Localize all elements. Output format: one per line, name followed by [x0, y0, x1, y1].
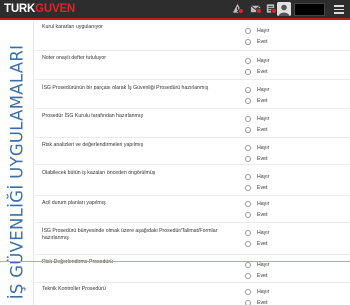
option-yes[interactable]: Evet: [245, 68, 267, 76]
option-no[interactable]: Hayır: [245, 173, 269, 181]
brand-logo[interactable]: TURKGUVEN: [4, 2, 75, 16]
checklist: Kurul kararları uygulanıyor Hayır Evet N…: [35, 22, 350, 305]
radio-button[interactable]: [245, 58, 251, 64]
option-label: Hayır: [257, 87, 270, 93]
question-row: Risk analizleri ve değerlendirmeleri yap…: [35, 138, 350, 165]
hamburger-menu-icon[interactable]: [334, 5, 344, 14]
top-navigation-bar: TURKGUVEN: [0, 0, 350, 20]
option-no[interactable]: Hayır: [245, 57, 269, 65]
option-label: Evet: [257, 185, 268, 191]
option-label: Hayır: [257, 116, 270, 122]
option-label: Hayır: [257, 58, 270, 64]
option-label: Evet: [257, 300, 268, 305]
sidebar: İŞ GÜVENLİĞİ UYGULAMALARI: [0, 22, 34, 305]
option-no[interactable]: Hayır: [245, 229, 269, 237]
radio-button[interactable]: [245, 145, 251, 151]
option-label: Hayır: [257, 262, 270, 268]
option-label: Hayır: [257, 201, 270, 207]
option-label: Evet: [257, 212, 268, 218]
question-text: İSG Prosedürünün bir parçası olarak İş G…: [42, 85, 209, 91]
radio-button[interactable]: [245, 185, 251, 191]
question-row: Risk Değerlendirme Prosedürü Hayır Evet: [35, 255, 350, 283]
option-no[interactable]: Hayır: [245, 144, 269, 152]
question-row: Acil durum planları yapılmış Hayır Evet: [35, 196, 350, 223]
option-no[interactable]: Hayır: [245, 261, 269, 269]
option-label: Evet: [257, 39, 268, 45]
option-no[interactable]: Hayır: [245, 288, 269, 296]
option-label: Hayır: [257, 28, 270, 34]
option-label: Hayır: [257, 230, 270, 236]
radio-button[interactable]: [245, 87, 251, 93]
option-label: Evet: [257, 127, 268, 133]
option-no[interactable]: Hayır: [245, 27, 269, 35]
question-row: Noter onaylı defter tutuluyor Hayır Evet: [35, 51, 350, 80]
option-label: Hayır: [257, 289, 270, 295]
option-yes[interactable]: Evet: [245, 299, 267, 305]
option-label: Evet: [257, 156, 268, 162]
option-label: Hayır: [257, 174, 270, 180]
radio-button[interactable]: [245, 273, 251, 279]
option-yes[interactable]: Evet: [245, 155, 267, 163]
question-row: Olabilecek bütün iş kazaları önceden öng…: [35, 165, 350, 196]
option-yes[interactable]: Evet: [245, 272, 267, 280]
option-yes[interactable]: Evet: [245, 211, 267, 219]
radio-button[interactable]: [245, 212, 251, 218]
mail-badge: [256, 8, 262, 14]
radio-button[interactable]: [245, 201, 251, 207]
option-label: Evet: [257, 69, 268, 75]
option-yes[interactable]: Evet: [245, 240, 267, 248]
radio-button[interactable]: [245, 127, 251, 133]
question-row: Teknik Kontroller Prosedürü Hayır Evet: [35, 283, 350, 305]
radio-button[interactable]: [245, 98, 251, 104]
option-yes[interactable]: Evet: [245, 38, 267, 46]
question-text: Acil durum planları yapılmış: [42, 200, 106, 206]
radio-button[interactable]: [245, 174, 251, 180]
question-text: Noter onaylı defter tutuluyor: [42, 55, 107, 61]
question-row: İSG Prosedürü bünyesinde olmak üzere aşa…: [35, 223, 350, 255]
question-text: Risk analizleri ve değerlendirmeleri yap…: [42, 142, 144, 148]
brand-logo-part1: TURK: [4, 3, 36, 15]
option-label: Evet: [257, 241, 268, 247]
question-row: Kurul kararları uygulanıyor Hayır Evet: [35, 22, 350, 51]
question-row: İSG Prosedürünün bir parçası olarak İş G…: [35, 80, 350, 109]
radio-button[interactable]: [245, 289, 251, 295]
option-label: Evet: [257, 98, 268, 104]
question-text: Teknik Kontroller Prosedürü: [42, 286, 106, 292]
option-no[interactable]: Hayır: [245, 200, 269, 208]
divider-line: [0, 261, 350, 262]
brand-logo-part2: GUVEN: [35, 3, 76, 15]
radio-button[interactable]: [245, 230, 251, 236]
question-text: Prosedür İSG Kurulu tarafından hazırlanm…: [42, 113, 143, 119]
question-text: Kurul kararları uygulanıyor: [42, 24, 103, 30]
radio-button[interactable]: [245, 116, 251, 122]
radio-button[interactable]: [245, 156, 251, 162]
option-yes[interactable]: Evet: [245, 126, 267, 134]
radio-button[interactable]: [245, 28, 251, 34]
user-name[interactable]: [294, 3, 325, 16]
radio-button[interactable]: [245, 241, 251, 247]
user-avatar[interactable]: [277, 2, 291, 16]
option-label: Hayır: [257, 145, 270, 151]
question-text: Olabilecek bütün iş kazaları önceden öng…: [42, 170, 156, 176]
option-no[interactable]: Hayır: [245, 115, 269, 123]
question-row: Prosedür İSG Kurulu tarafından hazırlanm…: [35, 109, 350, 138]
radio-button[interactable]: [245, 69, 251, 75]
radio-button[interactable]: [245, 262, 251, 268]
alert-badge: [238, 8, 244, 14]
option-yes[interactable]: Evet: [245, 184, 267, 192]
radio-button[interactable]: [245, 300, 251, 305]
question-text: İSG Prosedürü bünyesinde olmak üzere aşa…: [42, 228, 218, 241]
option-yes[interactable]: Evet: [245, 97, 267, 105]
option-label: Evet: [257, 273, 268, 279]
option-no[interactable]: Hayır: [245, 86, 269, 94]
radio-button[interactable]: [245, 39, 251, 45]
